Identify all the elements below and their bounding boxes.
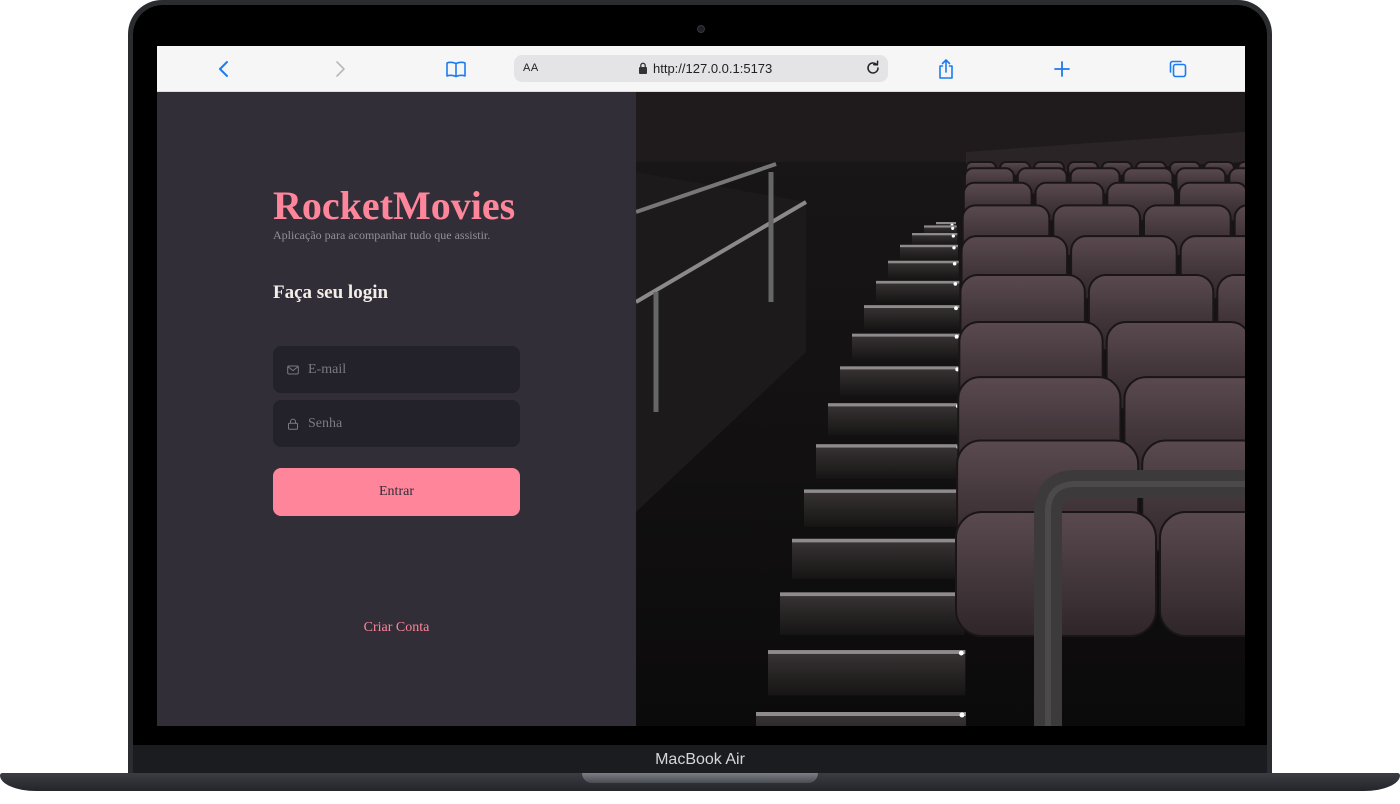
password-input[interactable]	[308, 415, 508, 432]
email-input[interactable]	[308, 361, 508, 378]
new-tab-icon[interactable]	[1051, 58, 1073, 80]
device-label: MacBook Air	[133, 745, 1267, 775]
address-bar[interactable]: AA http://127.0.0.1:5173	[514, 55, 888, 82]
login-panel: RocketMovies Aplicação para acompanhar t…	[157, 92, 636, 726]
tabs-overview-icon[interactable]	[1167, 58, 1189, 80]
lock-icon	[639, 62, 647, 74]
login-button[interactable]: Entrar	[273, 468, 520, 516]
forward-icon[interactable]	[329, 58, 351, 80]
cinema-background-image	[636, 92, 1245, 726]
login-heading: Faça seu login	[273, 282, 389, 303]
laptop-notch	[582, 773, 818, 783]
url-text: http://127.0.0.1:5173	[653, 61, 773, 76]
brand-title: RocketMovies	[273, 183, 516, 228]
share-icon[interactable]	[935, 58, 957, 80]
screen: AA http://127.0.0.1:5173 RocketMovies Ap…	[157, 46, 1245, 726]
app-page: RocketMovies Aplicação para acompanhar t…	[157, 92, 1245, 726]
brand-tagline: Aplicação para acompanhar tudo que assis…	[273, 228, 491, 242]
mail-icon	[287, 364, 299, 376]
reload-icon[interactable]	[864, 59, 882, 77]
create-account-link[interactable]: Criar Conta	[273, 620, 520, 636]
camera	[697, 25, 705, 33]
bookmarks-icon[interactable]	[445, 58, 467, 80]
lock-icon	[287, 418, 299, 430]
email-field[interactable]	[273, 346, 520, 393]
back-icon[interactable]	[213, 58, 235, 80]
password-field[interactable]	[273, 400, 520, 447]
reader-mode-button[interactable]: AA	[523, 62, 539, 74]
browser-toolbar: AA http://127.0.0.1:5173	[157, 46, 1245, 92]
